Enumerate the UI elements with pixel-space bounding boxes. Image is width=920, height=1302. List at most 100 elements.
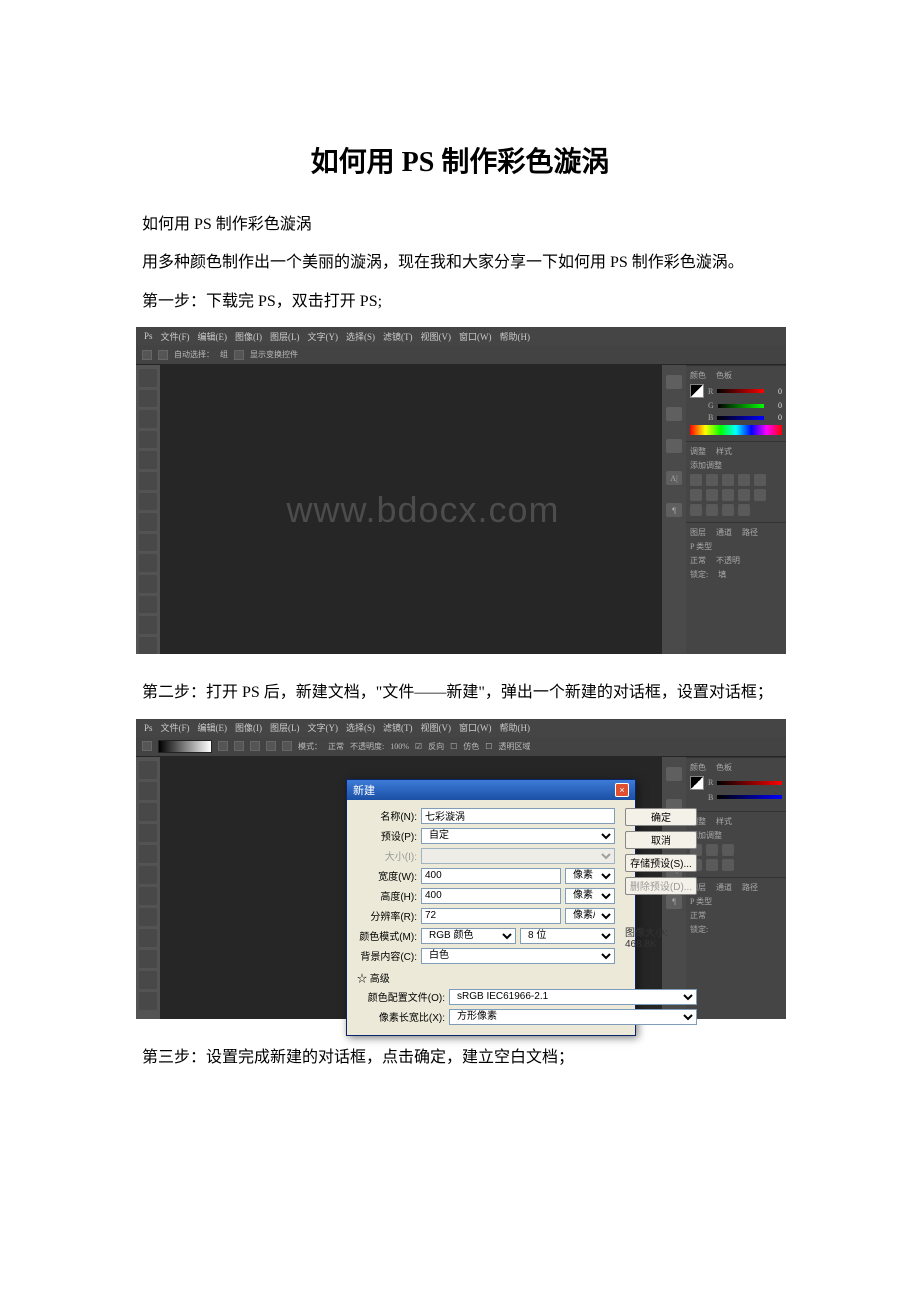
tool-icon[interactable] [139,887,157,905]
panel-icon[interactable] [666,407,682,421]
adjust-icon[interactable] [754,474,766,486]
tool-icon[interactable] [139,390,157,408]
adjust-icon[interactable] [738,504,750,516]
tool-icon[interactable] [139,803,157,821]
adjust-icon[interactable] [706,504,718,516]
mode-select[interactable]: RGB 颜色 [421,928,516,944]
preset-select[interactable]: 自定 [421,828,615,844]
channels-tab[interactable]: 通道 [716,882,732,893]
close-icon[interactable]: × [615,783,629,797]
panel-icon[interactable] [666,767,682,781]
move-tool-icon[interactable] [142,350,152,360]
tool-icon[interactable] [139,929,157,947]
menu-file[interactable]: 文件(F) [159,721,192,734]
menu-window[interactable]: 窗口(W) [457,721,494,734]
tool-icon[interactable] [139,472,157,490]
tool-icon[interactable] [139,637,157,655]
grad-type-icon[interactable] [218,741,228,751]
adjust-tab[interactable]: 调整 [690,446,706,457]
cancel-button[interactable]: 取消 [625,831,697,849]
tool-icon[interactable] [139,575,157,593]
tool-icon[interactable] [139,513,157,531]
tool-icon[interactable] [139,761,157,779]
menu-filter[interactable]: 滤镜(T) [381,721,415,734]
height-input[interactable] [421,888,561,904]
gradient-preview[interactable] [158,740,212,753]
menu-layer[interactable]: 图层(L) [268,330,302,343]
tool-icon[interactable] [139,866,157,884]
bit-select[interactable]: 8 位 [520,928,615,944]
menu-select[interactable]: 选择(S) [344,721,377,734]
dither-label[interactable]: 仿色 [463,741,479,752]
r-slider[interactable] [717,389,764,393]
profile-select[interactable]: sRGB IEC61966-2.1 [449,989,697,1005]
menu-window[interactable]: 窗口(W) [457,330,494,343]
transparency-label[interactable]: 透明区域 [498,741,530,752]
tool-icon[interactable] [139,410,157,428]
color-tab[interactable]: 颜色 [690,762,706,773]
b-slider[interactable] [717,795,782,799]
color-tab[interactable]: 颜色 [690,370,706,381]
advanced-toggle[interactable]: 高级 [370,974,390,985]
tool-icon[interactable] [139,950,157,968]
styles-tab[interactable]: 样式 [716,816,732,827]
menu-layer[interactable]: 图层(L) [268,721,302,734]
blend-mode[interactable]: 正常 [690,555,706,566]
adjust-icon[interactable] [722,844,734,856]
tool-icon[interactable] [139,534,157,552]
adjust-icon[interactable] [722,504,734,516]
hue-strip[interactable] [690,425,782,435]
tool-icon[interactable] [139,824,157,842]
adjust-icon[interactable] [706,474,718,486]
grad-type-icon[interactable] [282,741,292,751]
fg-bg-swatch-icon[interactable] [690,776,704,790]
adjust-icon[interactable] [706,489,718,501]
grad-type-icon[interactable] [234,741,244,751]
fg-bg-swatch-icon[interactable] [690,384,704,398]
layers-tab[interactable]: 图层 [690,527,706,538]
menu-view[interactable]: 视图(V) [419,721,454,734]
tool-icon[interactable] [139,971,157,989]
menu-help[interactable]: 帮助(H) [498,721,533,734]
width-input[interactable] [421,868,561,884]
height-unit-select[interactable]: 像素 [565,888,615,904]
tool-icon[interactable] [139,369,157,387]
adjust-icon[interactable] [738,474,750,486]
tool-icon[interactable] [139,596,157,614]
adjust-icon[interactable] [690,489,702,501]
tool-icon[interactable] [139,451,157,469]
width-unit-select[interactable]: 像素 [565,868,615,884]
checkbox-icon[interactable] [158,350,168,360]
styles-tab[interactable]: 样式 [716,446,732,457]
channels-tab[interactable]: 通道 [716,527,732,538]
panel-icon[interactable]: ¶ [666,503,682,517]
tool-icon[interactable] [139,782,157,800]
menu-type[interactable]: 文字(Y) [306,721,341,734]
mode-value[interactable]: 正常 [328,741,344,752]
menu-select[interactable]: 选择(S) [344,330,377,343]
paths-tab[interactable]: 路径 [742,527,758,538]
menu-help[interactable]: 帮助(H) [498,330,533,343]
adjust-icon[interactable] [722,489,734,501]
b-slider[interactable] [717,416,764,420]
r-slider[interactable] [717,781,782,785]
swatches-tab[interactable]: 色板 [716,762,732,773]
tool-icon[interactable] [139,992,157,1010]
res-input[interactable] [421,908,561,924]
menu-image[interactable]: 图像(I) [233,330,264,343]
menu-view[interactable]: 视图(V) [419,330,454,343]
menu-type[interactable]: 文字(Y) [306,330,341,343]
save-preset-button[interactable]: 存储预设(S)... [625,854,697,872]
res-unit-select[interactable]: 像素/英寸 [565,908,615,924]
tool-icon[interactable] [139,493,157,511]
aspect-select[interactable]: 方形像素 [449,1009,697,1025]
tool-icon[interactable] [139,431,157,449]
g-slider[interactable] [718,404,764,408]
grad-type-icon[interactable] [250,741,260,751]
adjust-icon[interactable] [706,844,718,856]
panel-icon[interactable] [666,439,682,453]
panel-icon[interactable] [666,375,682,389]
tool-icon[interactable] [139,845,157,863]
tool-icon[interactable] [139,908,157,926]
auto-select-value[interactable]: 组 [220,349,228,360]
